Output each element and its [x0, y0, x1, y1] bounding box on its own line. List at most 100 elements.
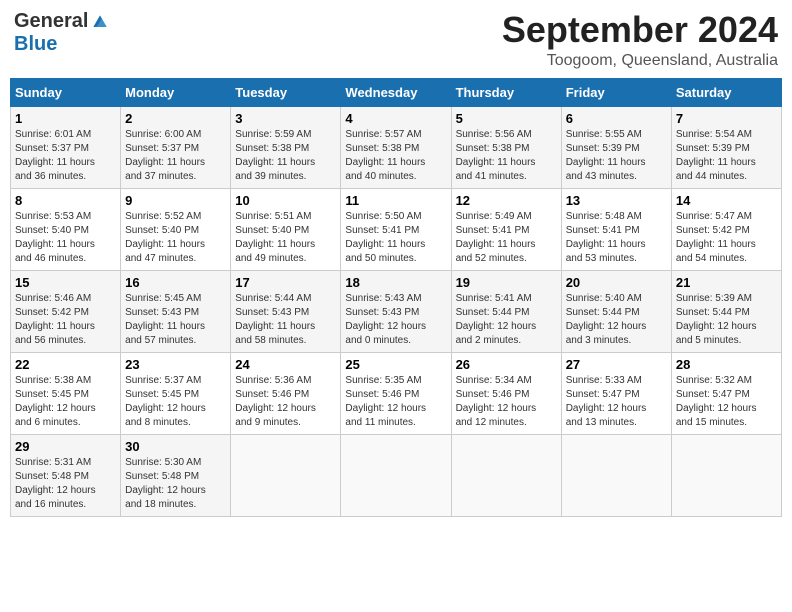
- day-info: Sunrise: 5:37 AMSunset: 5:45 PMDaylight:…: [125, 374, 226, 430]
- day-info: Sunrise: 5:35 AMSunset: 5:46 PMDaylight:…: [345, 374, 446, 430]
- day-number: 2: [125, 111, 226, 126]
- day-number: 12: [456, 193, 557, 208]
- day-info: Sunrise: 5:50 AMSunset: 5:41 PMDaylight:…: [345, 210, 446, 266]
- day-number: 7: [676, 111, 777, 126]
- weekday-header-sunday: Sunday: [11, 78, 121, 106]
- calendar-day-cell: 29 Sunrise: 5:31 AMSunset: 5:48 PMDayligh…: [11, 434, 121, 516]
- day-number: 1: [15, 111, 116, 126]
- day-number: 6: [566, 111, 667, 126]
- weekday-header-wednesday: Wednesday: [341, 78, 451, 106]
- day-info: Sunrise: 5:44 AMSunset: 5:43 PMDaylight:…: [235, 292, 336, 348]
- day-number: 14: [676, 193, 777, 208]
- day-info: Sunrise: 5:31 AMSunset: 5:48 PMDaylight:…: [15, 456, 116, 512]
- calendar-day-cell: 6Sunrise: 5:55 AMSunset: 5:39 PMDaylight…: [561, 106, 671, 188]
- day-number: 16: [125, 275, 226, 290]
- calendar-day-cell: 22Sunrise: 5:38 AMSunset: 5:45 PMDayligh…: [11, 352, 121, 434]
- calendar-day-cell: [341, 434, 451, 516]
- day-number: 22: [15, 357, 116, 372]
- calendar-day-cell: 17Sunrise: 5:44 AMSunset: 5:43 PMDayligh…: [231, 270, 341, 352]
- location-subtitle: Toogoom, Queensland, Australia: [502, 52, 778, 70]
- calendar-day-cell: 1Sunrise: 6:01 AMSunset: 5:37 PMDaylight…: [11, 106, 121, 188]
- calendar-week-row: 22Sunrise: 5:38 AMSunset: 5:45 PMDayligh…: [11, 352, 782, 434]
- day-number: 8: [15, 193, 116, 208]
- calendar-day-cell: 5 Sunrise: 5:56 AMSunset: 5:38 PMDaylight…: [451, 106, 561, 188]
- logo-blue-text: Blue: [14, 33, 57, 56]
- weekday-header-saturday: Saturday: [671, 78, 781, 106]
- day-number: 18: [345, 275, 446, 290]
- day-info: Sunrise: 5:56 AMSunset: 5:38 PMDaylight:…: [456, 128, 557, 184]
- calendar-day-cell: [561, 434, 671, 516]
- day-info: Sunrise: 5:53 AMSunset: 5:40 PMDaylight:…: [15, 210, 116, 266]
- calendar-day-cell: 4Sunrise: 5:57 AMSunset: 5:38 PMDaylight…: [341, 106, 451, 188]
- calendar-day-cell: 16 Sunrise: 5:45 AMSunset: 5:43 PMDayligh…: [121, 270, 231, 352]
- day-number: 10: [235, 193, 336, 208]
- calendar-day-cell: 19Sunrise: 5:41 AMSunset: 5:44 PMDayligh…: [451, 270, 561, 352]
- calendar-day-cell: 23 Sunrise: 5:37 AMSunset: 5:45 PMDayligh…: [121, 352, 231, 434]
- day-info: Sunrise: 5:40 AMSunset: 5:44 PMDaylight:…: [566, 292, 667, 348]
- day-number: 20: [566, 275, 667, 290]
- day-number: 25: [345, 357, 446, 372]
- calendar-day-cell: 2 Sunrise: 6:00 AMSunset: 5:37 PMDaylight…: [121, 106, 231, 188]
- day-number: 13: [566, 193, 667, 208]
- calendar-day-cell: 24 Sunrise: 5:36 AMSunset: 5:46 PMDayligh…: [231, 352, 341, 434]
- day-number: 5: [456, 111, 557, 126]
- calendar-day-cell: 25 Sunrise: 5:35 AMSunset: 5:46 PMDayligh…: [341, 352, 451, 434]
- header: General Blue September 2024 Toogoom, Que…: [10, 10, 782, 70]
- calendar-day-cell: 14 Sunrise: 5:47 AMSunset: 5:42 PMDayligh…: [671, 188, 781, 270]
- calendar-day-cell: 11 Sunrise: 5:50 AMSunset: 5:41 PMDayligh…: [341, 188, 451, 270]
- day-number: 3: [235, 111, 336, 126]
- day-number: 30: [125, 439, 226, 454]
- calendar-day-cell: 9Sunrise: 5:52 AMSunset: 5:40 PMDaylight…: [121, 188, 231, 270]
- calendar-day-cell: 3Sunrise: 5:59 AMSunset: 5:38 PMDaylight…: [231, 106, 341, 188]
- calendar-day-cell: 20 Sunrise: 5:40 AMSunset: 5:44 PMDayligh…: [561, 270, 671, 352]
- calendar-day-cell: [451, 434, 561, 516]
- day-info: Sunrise: 5:57 AMSunset: 5:38 PMDaylight:…: [345, 128, 446, 184]
- day-number: 11: [345, 193, 446, 208]
- day-number: 24: [235, 357, 336, 372]
- day-number: 23: [125, 357, 226, 372]
- calendar-day-cell: 26 Sunrise: 5:34 AMSunset: 5:46 PMDayligh…: [451, 352, 561, 434]
- day-info: Sunrise: 5:32 AMSunset: 5:47 PMDaylight:…: [676, 374, 777, 430]
- weekday-header-row: SundayMondayTuesdayWednesdayThursdayFrid…: [11, 78, 782, 106]
- logo-icon: [90, 12, 110, 32]
- day-info: Sunrise: 5:51 AMSunset: 5:40 PMDaylight:…: [235, 210, 336, 266]
- day-info: Sunrise: 5:48 AMSunset: 5:41 PMDaylight:…: [566, 210, 667, 266]
- calendar-day-cell: 12 Sunrise: 5:49 AMSunset: 5:41 PMDayligh…: [451, 188, 561, 270]
- calendar-day-cell: [231, 434, 341, 516]
- day-info: Sunrise: 6:00 AMSunset: 5:37 PMDaylight:…: [125, 128, 226, 184]
- calendar-day-cell: 28Sunrise: 5:32 AMSunset: 5:47 PMDayligh…: [671, 352, 781, 434]
- calendar-day-cell: 15 Sunrise: 5:46 AMSunset: 5:42 PMDayligh…: [11, 270, 121, 352]
- day-info: Sunrise: 5:49 AMSunset: 5:41 PMDaylight:…: [456, 210, 557, 266]
- day-info: Sunrise: 5:33 AMSunset: 5:47 PMDaylight:…: [566, 374, 667, 430]
- calendar-day-cell: 27Sunrise: 5:33 AMSunset: 5:47 PMDayligh…: [561, 352, 671, 434]
- calendar-day-cell: 8 Sunrise: 5:53 AMSunset: 5:40 PMDaylight…: [11, 188, 121, 270]
- calendar-week-row: 15 Sunrise: 5:46 AMSunset: 5:42 PMDayligh…: [11, 270, 782, 352]
- weekday-header-tuesday: Tuesday: [231, 78, 341, 106]
- weekday-header-monday: Monday: [121, 78, 231, 106]
- day-info: Sunrise: 5:47 AMSunset: 5:42 PMDaylight:…: [676, 210, 777, 266]
- weekday-header-friday: Friday: [561, 78, 671, 106]
- logo: General Blue: [14, 10, 110, 56]
- calendar-day-cell: 18 Sunrise: 5:43 AMSunset: 5:43 PMDayligh…: [341, 270, 451, 352]
- day-info: Sunrise: 5:45 AMSunset: 5:43 PMDaylight:…: [125, 292, 226, 348]
- day-info: Sunrise: 5:36 AMSunset: 5:46 PMDaylight:…: [235, 374, 336, 430]
- calendar-day-cell: 30Sunrise: 5:30 AMSunset: 5:48 PMDayligh…: [121, 434, 231, 516]
- calendar-week-row: 8 Sunrise: 5:53 AMSunset: 5:40 PMDaylight…: [11, 188, 782, 270]
- day-info: Sunrise: 5:39 AMSunset: 5:44 PMDaylight:…: [676, 292, 777, 348]
- day-number: 29: [15, 439, 116, 454]
- day-info: Sunrise: 5:34 AMSunset: 5:46 PMDaylight:…: [456, 374, 557, 430]
- day-info: Sunrise: 5:54 AMSunset: 5:39 PMDaylight:…: [676, 128, 777, 184]
- title-area: September 2024 Toogoom, Queensland, Aust…: [502, 10, 778, 70]
- day-number: 26: [456, 357, 557, 372]
- calendar-week-row: 29 Sunrise: 5:31 AMSunset: 5:48 PMDayligh…: [11, 434, 782, 516]
- weekday-header-thursday: Thursday: [451, 78, 561, 106]
- month-title: September 2024: [502, 10, 778, 50]
- calendar-day-cell: 21 Sunrise: 5:39 AMSunset: 5:44 PMDayligh…: [671, 270, 781, 352]
- day-info: Sunrise: 5:46 AMSunset: 5:42 PMDaylight:…: [15, 292, 116, 348]
- logo-general-text: General: [14, 10, 88, 33]
- calendar-week-row: 1Sunrise: 6:01 AMSunset: 5:37 PMDaylight…: [11, 106, 782, 188]
- day-number: 21: [676, 275, 777, 290]
- day-info: Sunrise: 5:43 AMSunset: 5:43 PMDaylight:…: [345, 292, 446, 348]
- day-number: 9: [125, 193, 226, 208]
- day-number: 15: [15, 275, 116, 290]
